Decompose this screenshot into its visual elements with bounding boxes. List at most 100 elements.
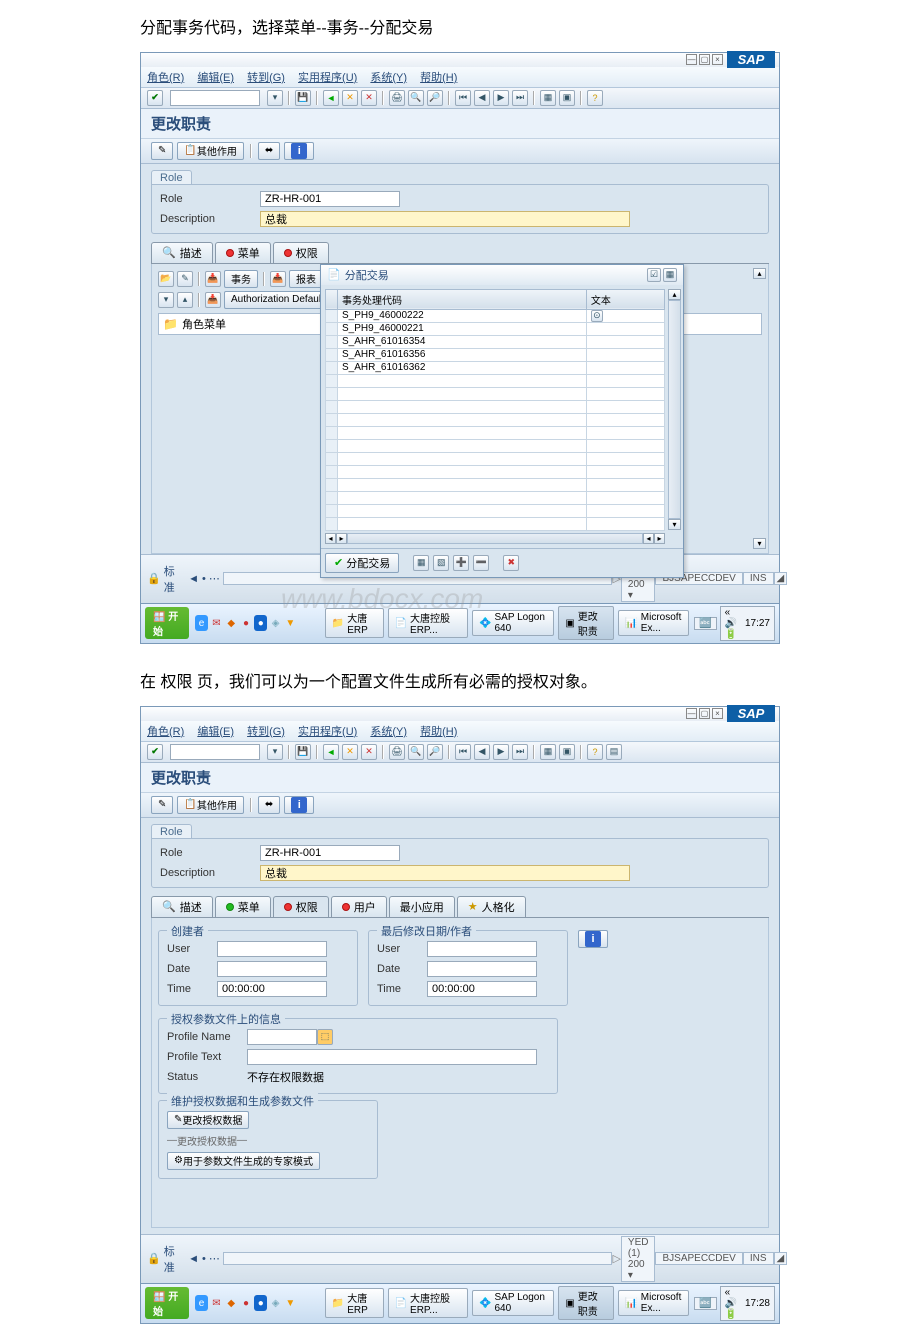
lastchange-user-input[interactable] bbox=[427, 941, 537, 957]
transport-icon[interactable]: ⬌ bbox=[258, 796, 280, 814]
tab-desc[interactable]: 🔍描述 bbox=[151, 896, 213, 917]
back-icon[interactable]: ◄ bbox=[323, 90, 339, 106]
role-code-input[interactable] bbox=[260, 845, 400, 861]
ql-ie-icon[interactable]: e bbox=[195, 1295, 208, 1311]
menu-goto[interactable]: 转到(G) bbox=[247, 726, 285, 738]
table-cell[interactable]: S_AHR_61016354 bbox=[338, 335, 587, 348]
ok-icon[interactable]: ✔ bbox=[147, 744, 163, 760]
transaction-button[interactable]: 事务 bbox=[224, 270, 258, 288]
tab-user[interactable]: 用户 bbox=[331, 896, 387, 917]
cancel-icon[interactable]: ✕ bbox=[361, 744, 377, 760]
profile-name-input[interactable] bbox=[247, 1029, 317, 1045]
dropdown-icon[interactable]: ▾ bbox=[267, 744, 283, 760]
dlg-config-icon[interactable]: ☑ bbox=[647, 268, 661, 282]
task-current[interactable]: ▣ 更改职责 bbox=[558, 1286, 614, 1320]
insert-icon[interactable]: ➕ bbox=[453, 555, 469, 571]
col-code[interactable]: 事务处理代码 bbox=[338, 289, 587, 309]
restore-icon[interactable]: ▢ bbox=[699, 54, 710, 65]
prevpage-icon[interactable]: ◀ bbox=[474, 90, 490, 106]
table-cell[interactable]: S_AHR_61016362 bbox=[338, 361, 587, 374]
role-desc-input[interactable] bbox=[260, 211, 630, 227]
task-doc[interactable]: 📄 大唐控股ERP... bbox=[388, 1288, 468, 1318]
findnext-icon[interactable]: 🔎 bbox=[427, 90, 443, 106]
folder-open-icon[interactable]: 📂 bbox=[158, 271, 174, 287]
nextpage-icon[interactable]: ▶ bbox=[493, 744, 509, 760]
menu-system[interactable]: 系统(Y) bbox=[370, 72, 407, 84]
task-folder[interactable]: 📁 大唐ERP bbox=[325, 608, 384, 638]
tab-desc[interactable]: 🔍描述 bbox=[151, 242, 213, 263]
tray-lang-icon[interactable]: 🔤 bbox=[694, 617, 716, 630]
dlg-close-icon[interactable]: ▦ bbox=[663, 268, 677, 282]
newsession-icon[interactable]: ▦ bbox=[540, 744, 556, 760]
scroll-right2-icon[interactable]: ▸ bbox=[654, 533, 665, 544]
command-input[interactable] bbox=[170, 90, 260, 106]
scroll-left-icon[interactable]: ◂ bbox=[325, 533, 336, 544]
info-button-2[interactable]: i bbox=[578, 930, 608, 948]
menu-goto[interactable]: 转到(G) bbox=[247, 72, 285, 84]
close-icon[interactable]: × bbox=[712, 708, 723, 719]
task-folder[interactable]: 📁 大唐ERP bbox=[325, 1288, 384, 1318]
table-cell[interactable]: S_PH9_46000222 bbox=[338, 309, 587, 322]
ql-ie-icon[interactable]: e bbox=[195, 615, 208, 631]
cancel-icon[interactable]: ✕ bbox=[361, 90, 377, 106]
tab-miniapp[interactable]: 最小应用 bbox=[389, 896, 455, 917]
tab-auth[interactable]: 权限 bbox=[273, 896, 329, 917]
command-input[interactable] bbox=[170, 744, 260, 760]
import2-icon[interactable]: 📥 bbox=[270, 271, 286, 287]
ql-folder-icon[interactable]: ● bbox=[254, 1295, 267, 1311]
profile-text-input[interactable] bbox=[247, 1049, 537, 1065]
firstpage-icon[interactable]: ⏮ bbox=[455, 744, 471, 760]
import4-icon[interactable]: 📥 bbox=[205, 292, 221, 308]
f4-icon[interactable]: ⊙ bbox=[591, 310, 603, 322]
firstpage-icon[interactable]: ⏮ bbox=[455, 90, 471, 106]
menu-help[interactable]: 帮助(H) bbox=[420, 72, 457, 84]
tab-personal[interactable]: ★人格化 bbox=[457, 896, 526, 917]
find-icon[interactable]: 🔍 bbox=[408, 744, 424, 760]
minimize-icon[interactable]: — bbox=[686, 54, 697, 65]
task-sap-logon[interactable]: 💠 SAP Logon 640 bbox=[472, 1290, 554, 1316]
close-icon[interactable]: × bbox=[712, 54, 723, 65]
menu-role[interactable]: 角色(R) bbox=[147, 72, 184, 84]
displaychange-icon[interactable]: ✎ bbox=[151, 142, 173, 160]
table-cell[interactable]: S_AHR_61016356 bbox=[338, 348, 587, 361]
task-sap-logon[interactable]: 💠 SAP Logon 640 bbox=[472, 610, 554, 636]
start-button[interactable]: 🪟 开始 bbox=[145, 607, 189, 639]
menu-system[interactable]: 系统(Y) bbox=[370, 726, 407, 738]
report-button[interactable]: 报表 bbox=[289, 270, 323, 288]
tab-auth[interactable]: 权限 bbox=[273, 242, 329, 263]
ql-desktop-icon[interactable]: ▼ bbox=[284, 1295, 297, 1311]
find-icon[interactable]: 🔍 bbox=[408, 90, 424, 106]
body-scroll-up-icon[interactable]: ▴ bbox=[753, 268, 766, 279]
help-icon[interactable]: ? bbox=[587, 744, 603, 760]
info-button[interactable]: i bbox=[284, 796, 314, 814]
help-icon[interactable]: ? bbox=[587, 90, 603, 106]
collapse-icon[interactable]: ▾ bbox=[158, 292, 174, 308]
findnext-icon[interactable]: 🔎 bbox=[427, 744, 443, 760]
transport-icon[interactable]: ⬌ bbox=[258, 142, 280, 160]
ok-icon[interactable]: ✔ bbox=[147, 90, 163, 106]
nextpage-icon[interactable]: ▶ bbox=[493, 90, 509, 106]
prevpage-icon[interactable]: ◀ bbox=[474, 744, 490, 760]
scroll-right-icon[interactable]: ◂ bbox=[643, 533, 654, 544]
menu-role[interactable]: 角色(R) bbox=[147, 726, 184, 738]
restore-icon[interactable]: ▢ bbox=[699, 708, 710, 719]
menu-help[interactable]: 帮助(H) bbox=[420, 726, 457, 738]
tray-icons[interactable]: « 🔊 🔋 17:27 bbox=[720, 606, 775, 641]
authdefault-button[interactable]: Authorization Default bbox=[224, 291, 331, 309]
ql-mail-icon[interactable]: ✉ bbox=[210, 615, 223, 631]
exit-icon[interactable]: ✕ bbox=[342, 744, 358, 760]
print-icon[interactable]: 🖨 bbox=[389, 90, 405, 106]
lastchange-time-input[interactable] bbox=[427, 981, 537, 997]
ql-desktop-icon[interactable]: ▼ bbox=[284, 615, 297, 631]
task-current[interactable]: ▣ 更改职责 bbox=[558, 606, 614, 640]
menu-util[interactable]: 实用程序(U) bbox=[298, 72, 357, 84]
ql-folder-icon[interactable]: ● bbox=[254, 615, 267, 631]
selectall-icon[interactable]: ▦ bbox=[413, 555, 429, 571]
tab-menu[interactable]: 菜单 bbox=[215, 896, 271, 917]
ql-app-icon[interactable]: ◈ bbox=[269, 615, 282, 631]
layout-icon[interactable]: ▤ bbox=[606, 744, 622, 760]
start-button[interactable]: 🪟 开始 bbox=[145, 1287, 189, 1319]
creator-time-input[interactable] bbox=[217, 981, 327, 997]
ql-media-icon[interactable]: ● bbox=[240, 1295, 253, 1311]
ql-av-icon[interactable]: ◆ bbox=[225, 615, 238, 631]
